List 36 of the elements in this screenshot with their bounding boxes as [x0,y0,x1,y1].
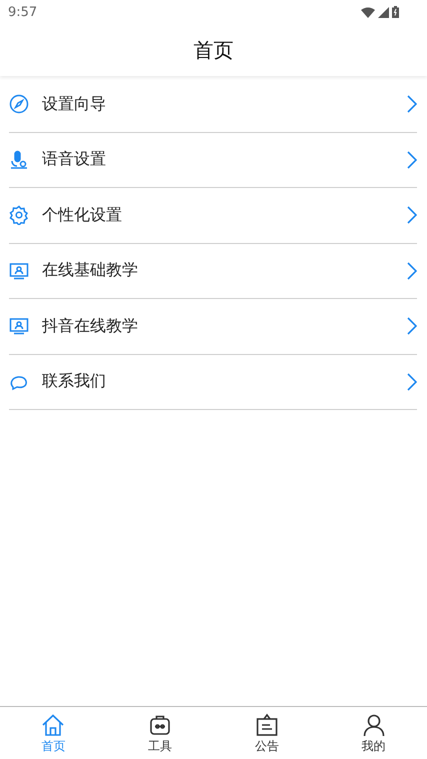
chevron-right-icon [407,150,417,169]
menu-label: 在线基础教学 [42,260,139,282]
chevron-right-icon [407,317,417,336]
battery-icon [392,6,399,18]
status-time: 9:57 [8,4,38,20]
menu-label: 语音设置 [42,149,107,170]
monitor-person-icon [9,316,29,336]
menu-label: 个性化设置 [42,204,123,226]
menu-item[interactable]: 设置向导 [9,77,417,132]
nav-tab[interactable]: 工具 [106,707,214,759]
compass-icon [9,94,29,114]
menu-item[interactable]: 抖音在线教学 [9,299,417,354]
gear-icon [9,205,29,226]
microphone-icon [9,150,29,170]
nav-tab[interactable]: 首页 [0,707,107,759]
menu-item[interactable]: 个性化设置 [9,188,417,244]
menu-item[interactable]: 在线基础教学 [9,244,417,299]
chevron-right-icon [407,372,417,391]
menu-item[interactable]: 联系我们 [9,354,417,410]
signal-icon [378,6,389,18]
menu-label: 抖音在线教学 [42,316,139,337]
page-title: 首页 [194,36,234,64]
chevron-right-icon [407,262,417,280]
toolbox-icon [148,713,172,737]
home-icon [41,713,66,737]
notice-board-icon [254,713,279,737]
chevron-right-icon [407,206,417,224]
wifi-icon [361,6,375,18]
nav-tab[interactable]: 我的 [320,707,427,759]
chevron-right-icon [407,95,417,114]
nav-tab[interactable]: 公告 [214,707,320,759]
person-icon [362,713,386,737]
menu-label: 设置向导 [42,94,107,115]
monitor-person-icon [9,260,29,281]
menu-item[interactable]: 语音设置 [9,132,417,188]
menu-label: 联系我们 [42,371,107,392]
